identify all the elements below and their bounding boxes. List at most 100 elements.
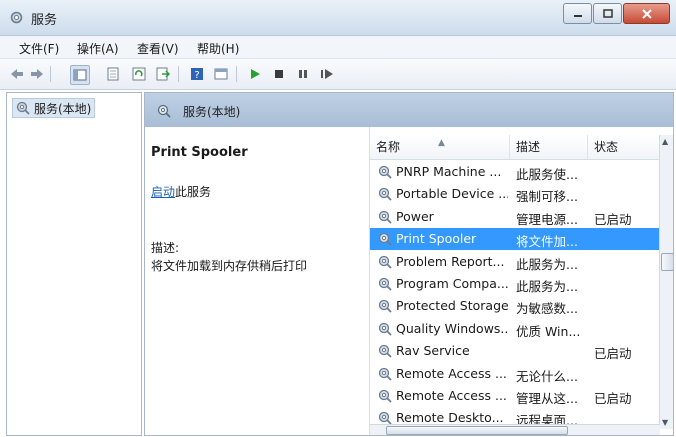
menu-view[interactable]: 查看(V) bbox=[137, 40, 179, 57]
toolbar-separator bbox=[50, 66, 51, 82]
service-name-cell: Remote Access ... bbox=[396, 388, 507, 403]
close-button[interactable] bbox=[623, 3, 670, 24]
table-row[interactable]: Quality Windows... 优质 Win... bbox=[370, 318, 660, 340]
pause-icon bbox=[299, 70, 307, 78]
back-arrow-icon bbox=[11, 69, 23, 79]
services-list: 名称 ▲ 描述 状态 PNRP Machine ... 此服务使... Portab… bbox=[369, 127, 673, 435]
pane-header-label: 服务(本地) bbox=[183, 105, 241, 119]
column-header-description-label: 描述 bbox=[516, 140, 541, 154]
play-icon bbox=[251, 69, 260, 79]
column-header-status-label: 状态 bbox=[594, 140, 619, 154]
svg-text:?: ? bbox=[194, 70, 199, 81]
export-icon bbox=[156, 67, 170, 81]
service-name-cell: PNRP Machine ... bbox=[396, 164, 502, 179]
horizontal-scrollbar[interactable] bbox=[370, 424, 660, 435]
help-icon: ? bbox=[191, 68, 203, 81]
menu-bar: 文件(F) 操作(A) 查看(V) 帮助(H) bbox=[0, 36, 676, 59]
maximize-button[interactable] bbox=[593, 3, 622, 24]
view-toggle-button[interactable] bbox=[212, 65, 230, 83]
forward-button[interactable] bbox=[28, 65, 46, 83]
service-description-cell: 管理从这... bbox=[516, 391, 578, 406]
service-gear-icon bbox=[378, 277, 392, 291]
pause-service-button[interactable] bbox=[294, 65, 312, 83]
back-button[interactable] bbox=[8, 65, 26, 83]
show-tree-button[interactable] bbox=[70, 65, 90, 85]
table-row[interactable]: Print Spooler 将文件加... bbox=[370, 228, 660, 251]
toolbar: ? bbox=[0, 59, 676, 90]
table-row[interactable]: Portable Device ... 强制可移... bbox=[370, 183, 660, 205]
services-gear-icon bbox=[16, 101, 30, 115]
column-header-description[interactable]: 描述 bbox=[510, 135, 588, 159]
help-button[interactable]: ? bbox=[188, 65, 206, 83]
table-row[interactable]: Remote Access ... 管理从这... 已启动 bbox=[370, 385, 660, 407]
properties-button[interactable] bbox=[104, 65, 122, 83]
service-name-cell: Print Spooler bbox=[396, 231, 477, 247]
restart-icon bbox=[321, 69, 333, 79]
list-header: 名称 ▲ 描述 状态 bbox=[370, 135, 660, 160]
service-action: 启动此服务 bbox=[151, 183, 211, 200]
service-gear-icon bbox=[378, 188, 392, 202]
service-description-cell: 为敏感数... bbox=[516, 301, 578, 317]
export-list-button[interactable] bbox=[154, 65, 172, 83]
start-service-link[interactable]: 启动 bbox=[151, 185, 175, 199]
maximize-icon bbox=[602, 9, 613, 18]
tree-item-label: 服务(本地) bbox=[34, 101, 92, 116]
service-description-cell: 此服务为... bbox=[516, 279, 578, 294]
vertical-scroll-thumb[interactable] bbox=[661, 253, 673, 271]
console-tree-icon bbox=[73, 69, 87, 81]
restart-service-button[interactable] bbox=[318, 65, 336, 83]
service-gear-icon bbox=[378, 300, 392, 314]
service-status-cell: 已启动 bbox=[594, 211, 632, 227]
title-bar: 服务 bbox=[0, 0, 676, 36]
table-row[interactable]: Protected Storage 为敏感数... bbox=[370, 295, 660, 317]
horizontal-scroll-thumb[interactable] bbox=[386, 426, 568, 435]
stop-service-button[interactable] bbox=[270, 65, 288, 83]
service-gear-icon bbox=[378, 389, 392, 403]
service-gear-icon bbox=[378, 345, 392, 358]
stop-icon bbox=[275, 70, 283, 78]
refresh-icon bbox=[132, 67, 146, 81]
table-row[interactable]: PNRP Machine ... 此服务使... bbox=[370, 161, 660, 183]
minimize-button[interactable] bbox=[563, 3, 592, 24]
menu-file[interactable]: 文件(F) bbox=[19, 40, 59, 57]
console-tree-pane: 服务(本地) bbox=[6, 92, 142, 436]
service-name-cell: Portable Device ... bbox=[396, 186, 508, 202]
services-gear-icon bbox=[10, 11, 23, 24]
vertical-scrollbar[interactable]: ▲ ▼ bbox=[659, 135, 673, 429]
table-row[interactable]: Program Compa... 此服务为... bbox=[370, 273, 660, 295]
description-label: 描述: bbox=[151, 241, 180, 255]
service-description-cell: 优质 Win... bbox=[516, 323, 581, 339]
service-gear-icon bbox=[378, 322, 392, 336]
column-header-name[interactable]: 名称 ▲ bbox=[370, 135, 510, 159]
service-detail-panel: Print Spooler 启动此服务 描述: 将文件加载到内存供稍后打印 bbox=[145, 127, 369, 435]
tree-item-services-local[interactable]: 服务(本地) bbox=[12, 98, 96, 118]
column-header-status[interactable]: 状态 bbox=[588, 135, 660, 159]
service-name-cell: Program Compa... bbox=[396, 276, 508, 291]
window-controls bbox=[562, 3, 670, 24]
service-status-cell: 已启动 bbox=[594, 346, 632, 362]
service-name-cell: Power bbox=[396, 208, 434, 224]
scroll-down-icon[interactable]: ▼ bbox=[662, 418, 668, 427]
refresh-button[interactable] bbox=[130, 65, 148, 83]
menu-action[interactable]: 操作(A) bbox=[77, 40, 119, 57]
forward-arrow-icon bbox=[31, 69, 43, 79]
services-pane: 服务(本地) Print Spooler 启动此服务 描述: 将文件加载到内存供… bbox=[144, 92, 674, 436]
start-service-button[interactable] bbox=[246, 65, 264, 83]
selected-service-name: Print Spooler bbox=[151, 145, 248, 160]
scroll-up-icon[interactable]: ▲ bbox=[662, 137, 668, 146]
window-title: 服务 bbox=[31, 13, 58, 28]
service-gear-icon bbox=[378, 210, 392, 224]
menu-help[interactable]: 帮助(H) bbox=[197, 40, 239, 57]
column-header-name-label: 名称 bbox=[376, 140, 401, 154]
table-row[interactable]: Problem Report... 此服务为... bbox=[370, 251, 660, 273]
service-description-cell: 此服务使... bbox=[516, 167, 578, 182]
close-icon bbox=[641, 8, 652, 19]
service-gear-icon bbox=[378, 165, 392, 179]
description-text: 将文件加载到内存供稍后打印 bbox=[151, 259, 308, 273]
table-row[interactable]: Remote Access ... 无论什么... bbox=[370, 363, 660, 385]
service-status-cell: 已启动 bbox=[594, 391, 632, 406]
table-row[interactable]: Power 管理电源... 已启动 bbox=[370, 206, 660, 228]
table-row[interactable]: Rav Service 已启动 bbox=[370, 340, 660, 362]
service-name-cell: Protected Storage bbox=[396, 298, 508, 314]
view-icon bbox=[214, 68, 228, 80]
